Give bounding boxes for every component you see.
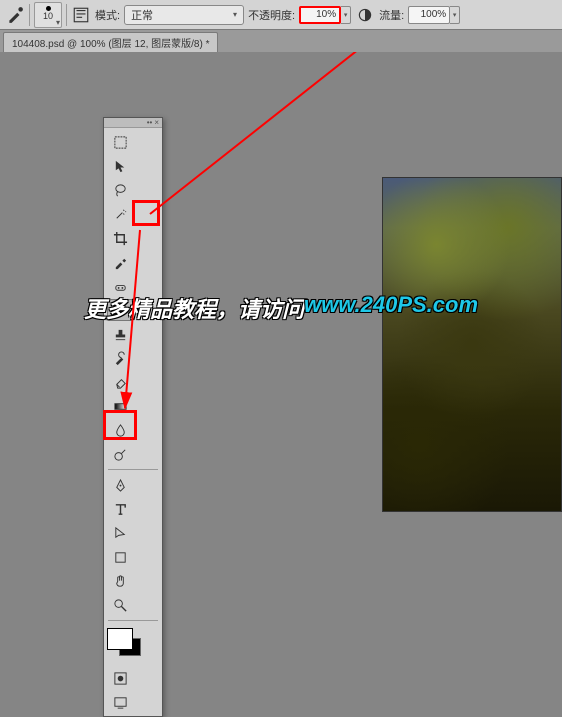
marquee-tool[interactable] (107, 131, 133, 153)
options-bar: 10 模式: 正常 不透明度: 10% ▾ 流量: 100% ▾ (0, 0, 562, 30)
opacity-control: 10% ▾ (299, 6, 351, 24)
flow-input[interactable]: 100% (408, 6, 450, 24)
opacity-label: 不透明度: (248, 7, 295, 23)
brush-panel-toggle-icon[interactable] (71, 5, 91, 25)
flow-dropdown[interactable]: ▾ (450, 6, 460, 24)
watermark-white: 更多精品教程，请访问 (84, 292, 304, 324)
highlight-foreground-swatch (103, 410, 137, 440)
shape-tool[interactable] (107, 546, 133, 568)
mode-label: 模式: (95, 7, 120, 23)
path-select-tool[interactable] (107, 522, 133, 544)
document-tab[interactable]: 104408.psd @ 100% (图层 12, 图层蒙版/8) * (3, 32, 218, 52)
foreground-swatch[interactable] (107, 628, 133, 650)
divider (29, 4, 30, 26)
stamp-tool[interactable] (107, 323, 133, 345)
move-tool[interactable] (107, 155, 133, 177)
dodge-tool[interactable] (107, 443, 133, 465)
pen-tool[interactable] (107, 474, 133, 496)
blend-mode-select[interactable]: 正常 (124, 5, 244, 25)
tablet-opacity-icon[interactable] (355, 5, 375, 25)
flow-value: 100% (421, 9, 447, 20)
canvas-image[interactable] (382, 177, 562, 512)
crop-tool[interactable] (107, 227, 133, 249)
blend-mode-value: 正常 (131, 7, 153, 23)
document-tabs: 104408.psd @ 100% (图层 12, 图层蒙版/8) * (0, 30, 562, 52)
brush-size-value: 10 (43, 11, 53, 21)
brush-preset-icon[interactable] (5, 5, 25, 25)
flow-label: 流量: (379, 7, 404, 23)
type-tool[interactable] (107, 498, 133, 520)
history-brush-tool[interactable] (107, 347, 133, 369)
hand-tool[interactable] (107, 570, 133, 592)
lasso-tool[interactable] (107, 179, 133, 201)
quick-mask-icon[interactable] (107, 667, 133, 689)
watermark-cyan: www.240PS.com (304, 292, 478, 324)
highlight-brush-tool (132, 200, 160, 226)
panel-header[interactable]: ••× (104, 118, 162, 128)
eyedropper-tool[interactable] (107, 251, 133, 273)
screen-mode-icon[interactable] (107, 691, 133, 713)
flow-control: 100% ▾ (408, 6, 460, 24)
watermark-text: 更多精品教程，请访问 www.240PS.com (84, 292, 478, 324)
brush-size-picker[interactable]: 10 (34, 2, 62, 28)
zoom-tool[interactable] (107, 594, 133, 616)
canvas-area: ••× (0, 52, 562, 512)
eraser-tool[interactable] (107, 371, 133, 393)
divider (66, 4, 67, 26)
color-swatches[interactable] (107, 628, 147, 662)
opacity-dropdown[interactable]: ▾ (341, 6, 351, 24)
tab-title: 104408.psd @ 100% (图层 12, 图层蒙版/8) * (12, 39, 209, 50)
opacity-input[interactable]: 10% (299, 6, 341, 24)
image-content (383, 178, 561, 511)
magic-wand-tool[interactable] (107, 203, 133, 225)
opacity-value: 10% (316, 9, 336, 20)
